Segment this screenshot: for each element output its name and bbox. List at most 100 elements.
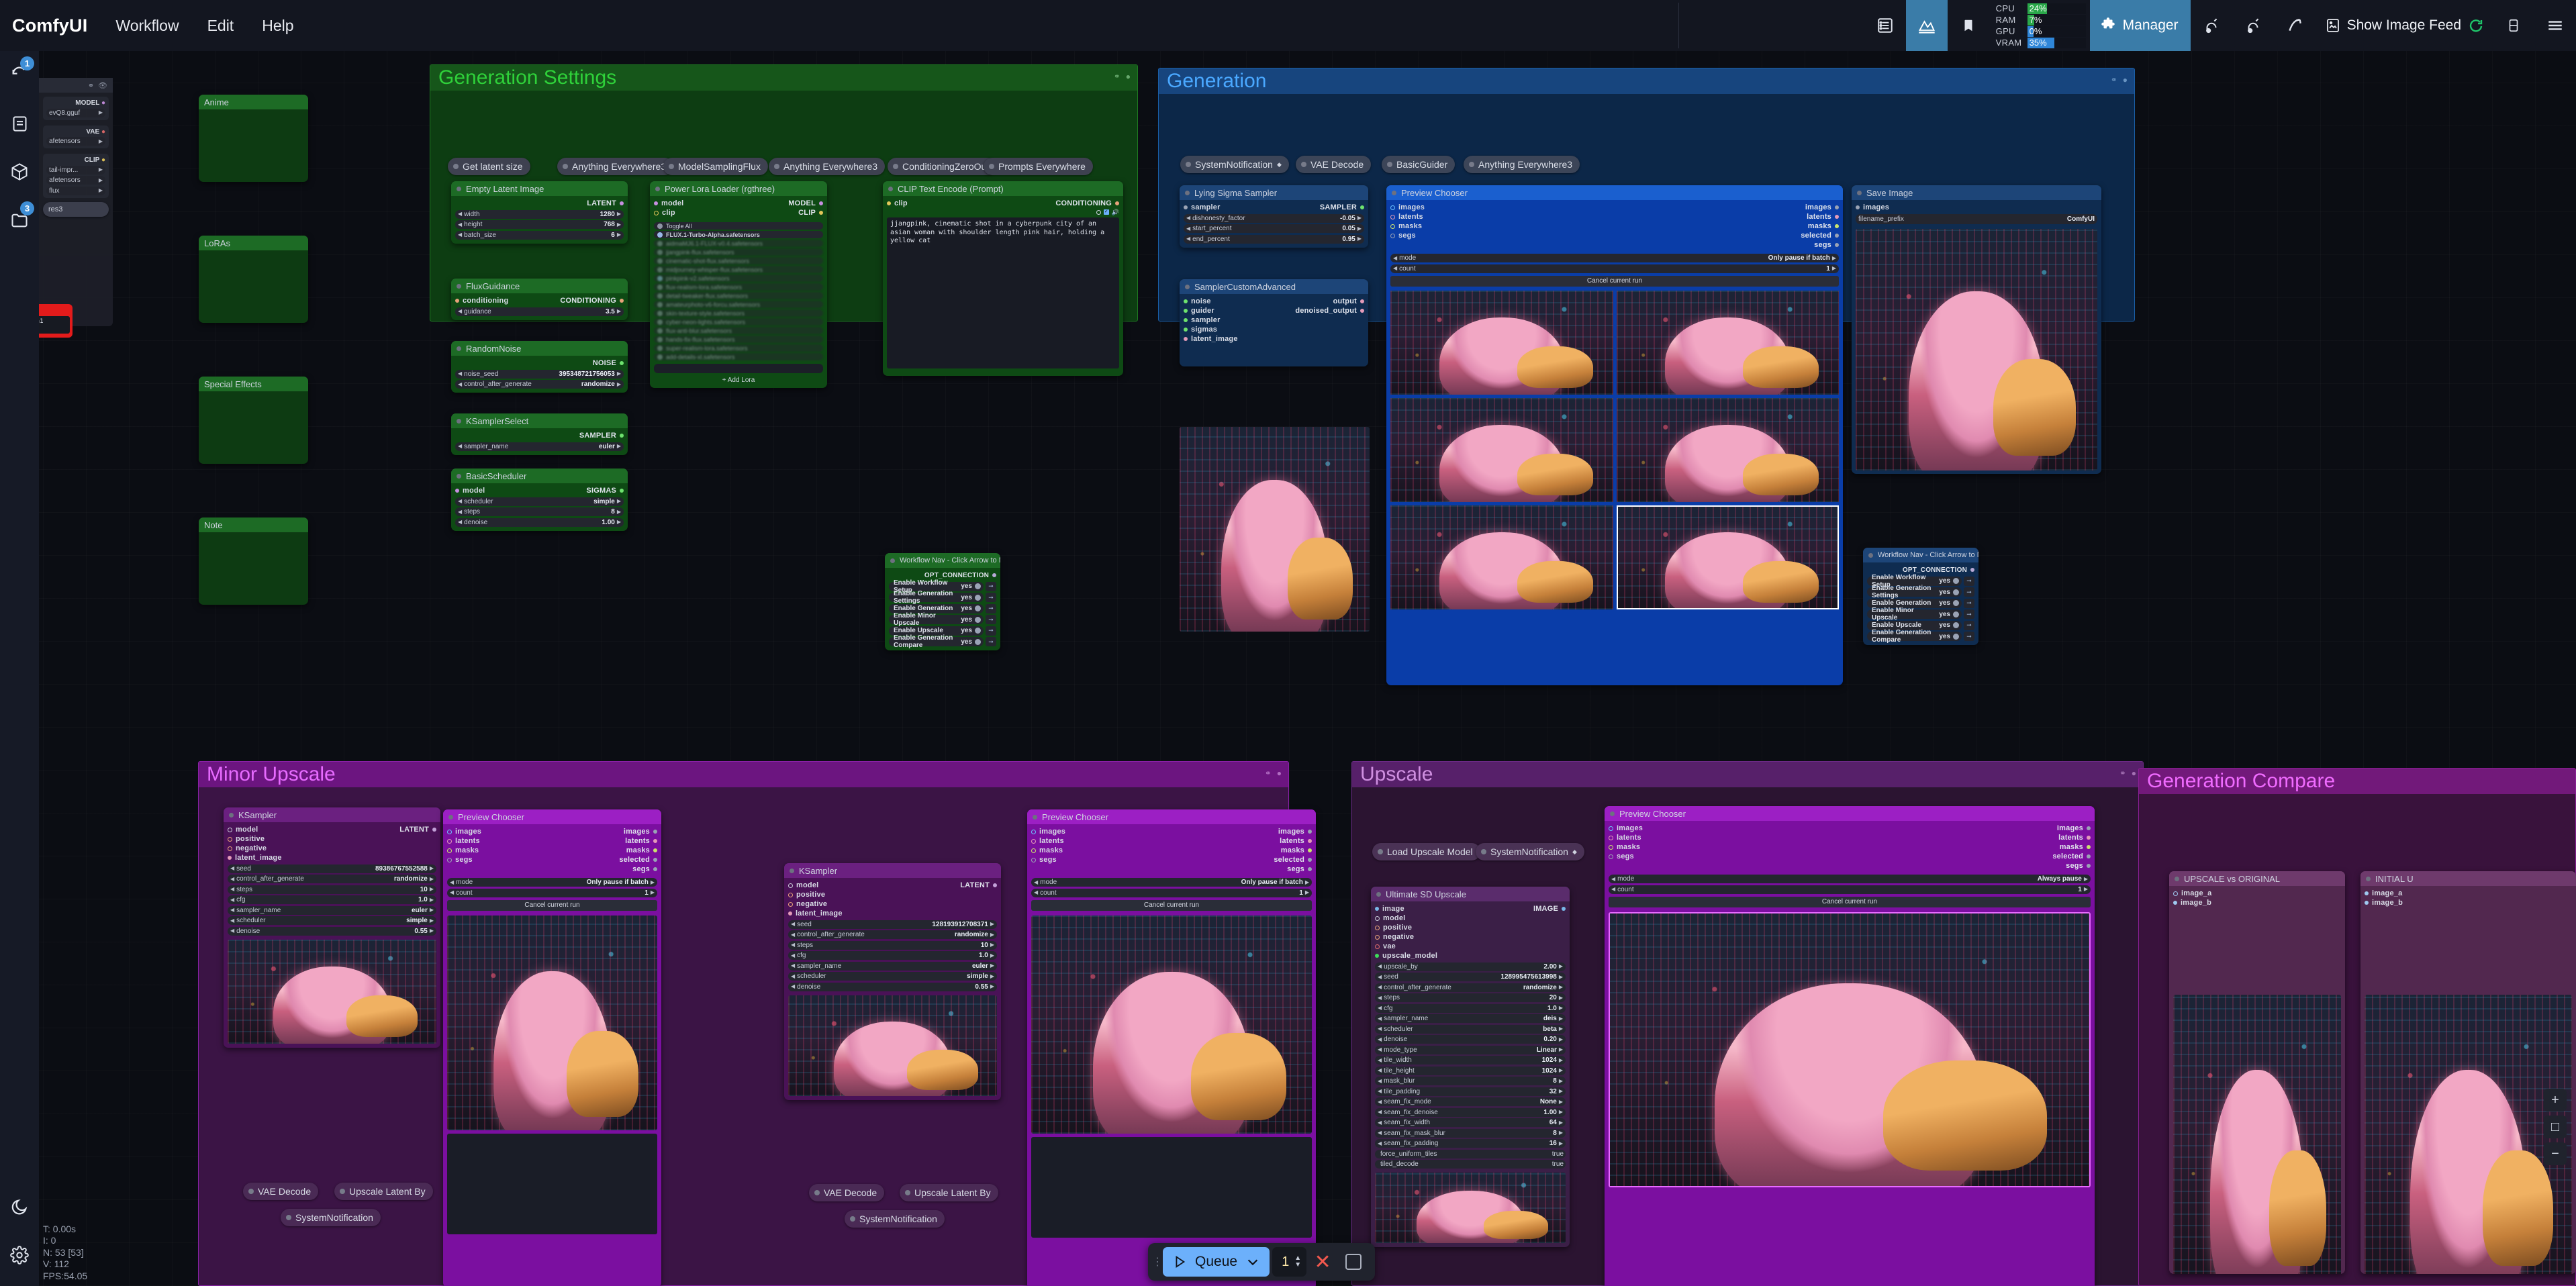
output-dot[interactable] — [653, 848, 657, 852]
nav-row-generation-compare[interactable]: Enable Generation Compare yes ➞ — [889, 634, 996, 649]
widget-clip-name-1[interactable]: tail-impr... ▶ — [46, 165, 105, 175]
input-dot[interactable] — [2173, 901, 2177, 905]
widget-filename-prefix[interactable]: filename_prefix ComfyUI — [1856, 213, 2097, 224]
input-dot[interactable] — [1375, 944, 1380, 949]
widget-count[interactable]: ◀ count 1 ▶ — [1031, 888, 1312, 897]
menu-edit[interactable]: Edit — [207, 17, 234, 35]
output-model[interactable]: MODEL ● — [46, 99, 105, 107]
decrement-icon[interactable]: ◀ — [1378, 1109, 1382, 1115]
node-collapse-dot[interactable] — [669, 164, 674, 169]
decrement-icon[interactable]: ◀ — [1378, 1068, 1382, 1073]
note-loras[interactable]: LoRAs — [199, 236, 308, 323]
input-segs[interactable]: segs — [1390, 232, 1416, 240]
node-collapse-dot[interactable] — [248, 1189, 254, 1194]
pill-get-latent-size[interactable]: Get latent size — [448, 158, 530, 175]
increment-icon[interactable]: ▶ — [430, 866, 434, 871]
toggle-knob[interactable] — [657, 336, 663, 342]
increment-icon[interactable]: ▶ — [1559, 1130, 1563, 1136]
increment-icon[interactable]: ▶ — [99, 177, 103, 183]
group-collapse-icon[interactable]: ● — [2123, 75, 2128, 85]
lora-item[interactable]: super-realism-lora.safetensors — [654, 344, 823, 352]
sidebar-item-node-library[interactable]: 3 — [0, 196, 39, 244]
increment-icon[interactable]: ▶ — [430, 897, 434, 903]
preview-thumb[interactable] — [1616, 290, 1839, 395]
increment-icon[interactable]: ▶ — [430, 918, 434, 924]
widget-start-percent[interactable]: ◀ start_percent 0.05 ▶ — [1184, 224, 1364, 233]
node-header[interactable]: Special Effects — [199, 377, 308, 391]
input-dot[interactable] — [1375, 907, 1379, 911]
node-collapse-dot[interactable] — [1610, 811, 1615, 816]
toggle-knob[interactable] — [657, 240, 663, 246]
toggle-knob[interactable] — [657, 258, 663, 264]
input-dot[interactable] — [1375, 954, 1379, 958]
node-collapse-dot[interactable] — [1186, 162, 1191, 167]
input-dot[interactable] — [1184, 299, 1188, 303]
toggle-knob[interactable] — [975, 638, 981, 645]
widget-clip-name-2[interactable]: afetensors ▶ — [46, 176, 105, 185]
widget-tile-width[interactable]: ◀ tile_width 1024 ▶ — [1375, 1056, 1566, 1065]
widget-steps[interactable]: ◀ steps 10 ▶ — [788, 940, 997, 950]
input-dot[interactable] — [228, 836, 232, 842]
node-image-preview[interactable] — [788, 995, 997, 1096]
output-output[interactable]: output — [1333, 297, 1364, 305]
lora-item[interactable]: flux-realism-lora.safetensors — [654, 283, 823, 291]
toggle-knob[interactable] — [657, 249, 663, 255]
toggle-knob[interactable] — [975, 583, 981, 589]
output-segs[interactable]: segs — [2066, 862, 2091, 870]
input-dot[interactable] — [2365, 901, 2369, 905]
node-header[interactable]: KSamplerSelect — [451, 413, 628, 428]
decrement-icon[interactable]: ◀ — [1378, 1130, 1382, 1136]
node-collapse-dot[interactable] — [1469, 162, 1474, 167]
widget-control-after-generate[interactable]: ◀ control_after_generate randomize ▶ — [455, 380, 624, 389]
toggle-knob[interactable] — [657, 310, 663, 316]
node-header[interactable]: FluxGuidance — [451, 279, 628, 293]
input-positive[interactable]: positive — [1375, 924, 1412, 932]
decrement-icon[interactable]: ◀ — [791, 942, 795, 948]
node-collapse-dot[interactable] — [905, 1190, 910, 1195]
input-dot[interactable] — [447, 848, 452, 853]
lora-item[interactable]: cinematic-shot-flux.safetensors — [654, 257, 823, 264]
increment-icon[interactable]: ▶ — [617, 444, 621, 449]
decrement-icon[interactable]: ◀ — [1378, 1089, 1382, 1094]
output-dot[interactable] — [1970, 568, 1974, 572]
lora-item[interactable]: add-details-xl.safetensors — [654, 353, 823, 360]
node-collapse-dot[interactable] — [890, 558, 895, 563]
group-collapse-icon[interactable]: ● — [2132, 769, 2136, 778]
node-header[interactable]: Workflow Nav - Click Arrow to Navigate — [885, 553, 1000, 568]
node-collapse-dot[interactable] — [2366, 876, 2371, 881]
lora-item[interactable]: amateurphoto-v6-forcu.safetensors — [654, 301, 823, 308]
increment-icon[interactable]: ▶ — [617, 371, 621, 377]
decrement-icon[interactable]: ◀ — [791, 922, 795, 927]
input-noise[interactable]: noise — [1184, 297, 1211, 305]
node-randomnoise[interactable]: RandomNoise NOISE ◀ noise_seed 3953487217… — [451, 341, 628, 393]
widget-seed[interactable]: ◀ seed 128193912708371 ▶ — [788, 920, 997, 929]
widget-force-uniform-tiles[interactable]: force_uniform_tiles true — [1375, 1149, 1566, 1158]
output-dot[interactable] — [1360, 309, 1364, 313]
widget-seed[interactable]: ◀ seed 89386767552588 ▶ — [228, 864, 436, 873]
preview-thumb[interactable] — [1390, 505, 1613, 609]
node-collapse-dot[interactable] — [1378, 849, 1383, 854]
node-collapse-dot[interactable] — [774, 164, 779, 169]
output-dot[interactable] — [653, 867, 657, 871]
increment-icon[interactable]: ▶ — [617, 211, 621, 217]
input-dot[interactable] — [228, 846, 232, 851]
input-latent-image[interactable]: latent_image — [788, 909, 843, 918]
input-dot[interactable] — [455, 299, 459, 303]
app-logo[interactable]: ComfyUI — [12, 15, 87, 36]
node-collapse-dot[interactable] — [814, 1190, 820, 1195]
node-lying-sigma-sampler[interactable]: Lying Sigma Sampler sampler SAMPLER ◀ dis… — [1180, 185, 1368, 248]
compare-image[interactable] — [2173, 995, 2341, 1274]
input-segs[interactable]: segs — [1031, 856, 1057, 864]
stop-square-icon[interactable] — [1339, 1247, 1368, 1277]
lora-item[interactable]: pinkpink-v2.safetensors — [654, 275, 823, 282]
navigate-arrow-icon[interactable]: ➞ — [986, 593, 996, 602]
increment-icon[interactable]: ▶ — [617, 221, 621, 228]
lora-item[interactable]: hands-fix-flux.safetensors — [654, 336, 823, 343]
output-sampler[interactable]: SAMPLER — [579, 432, 624, 440]
node-collapse-dot[interactable] — [286, 1215, 291, 1220]
increment-icon[interactable]: ▶ — [1559, 1068, 1563, 1073]
speaker-icon[interactable]: 🔊 — [1112, 209, 1119, 216]
drag-handle-icon[interactable]: ⋮ — [1152, 1243, 1163, 1281]
decrement-icon[interactable]: ◀ — [1378, 1140, 1382, 1146]
increment-icon[interactable]: ▶ — [1357, 236, 1362, 242]
